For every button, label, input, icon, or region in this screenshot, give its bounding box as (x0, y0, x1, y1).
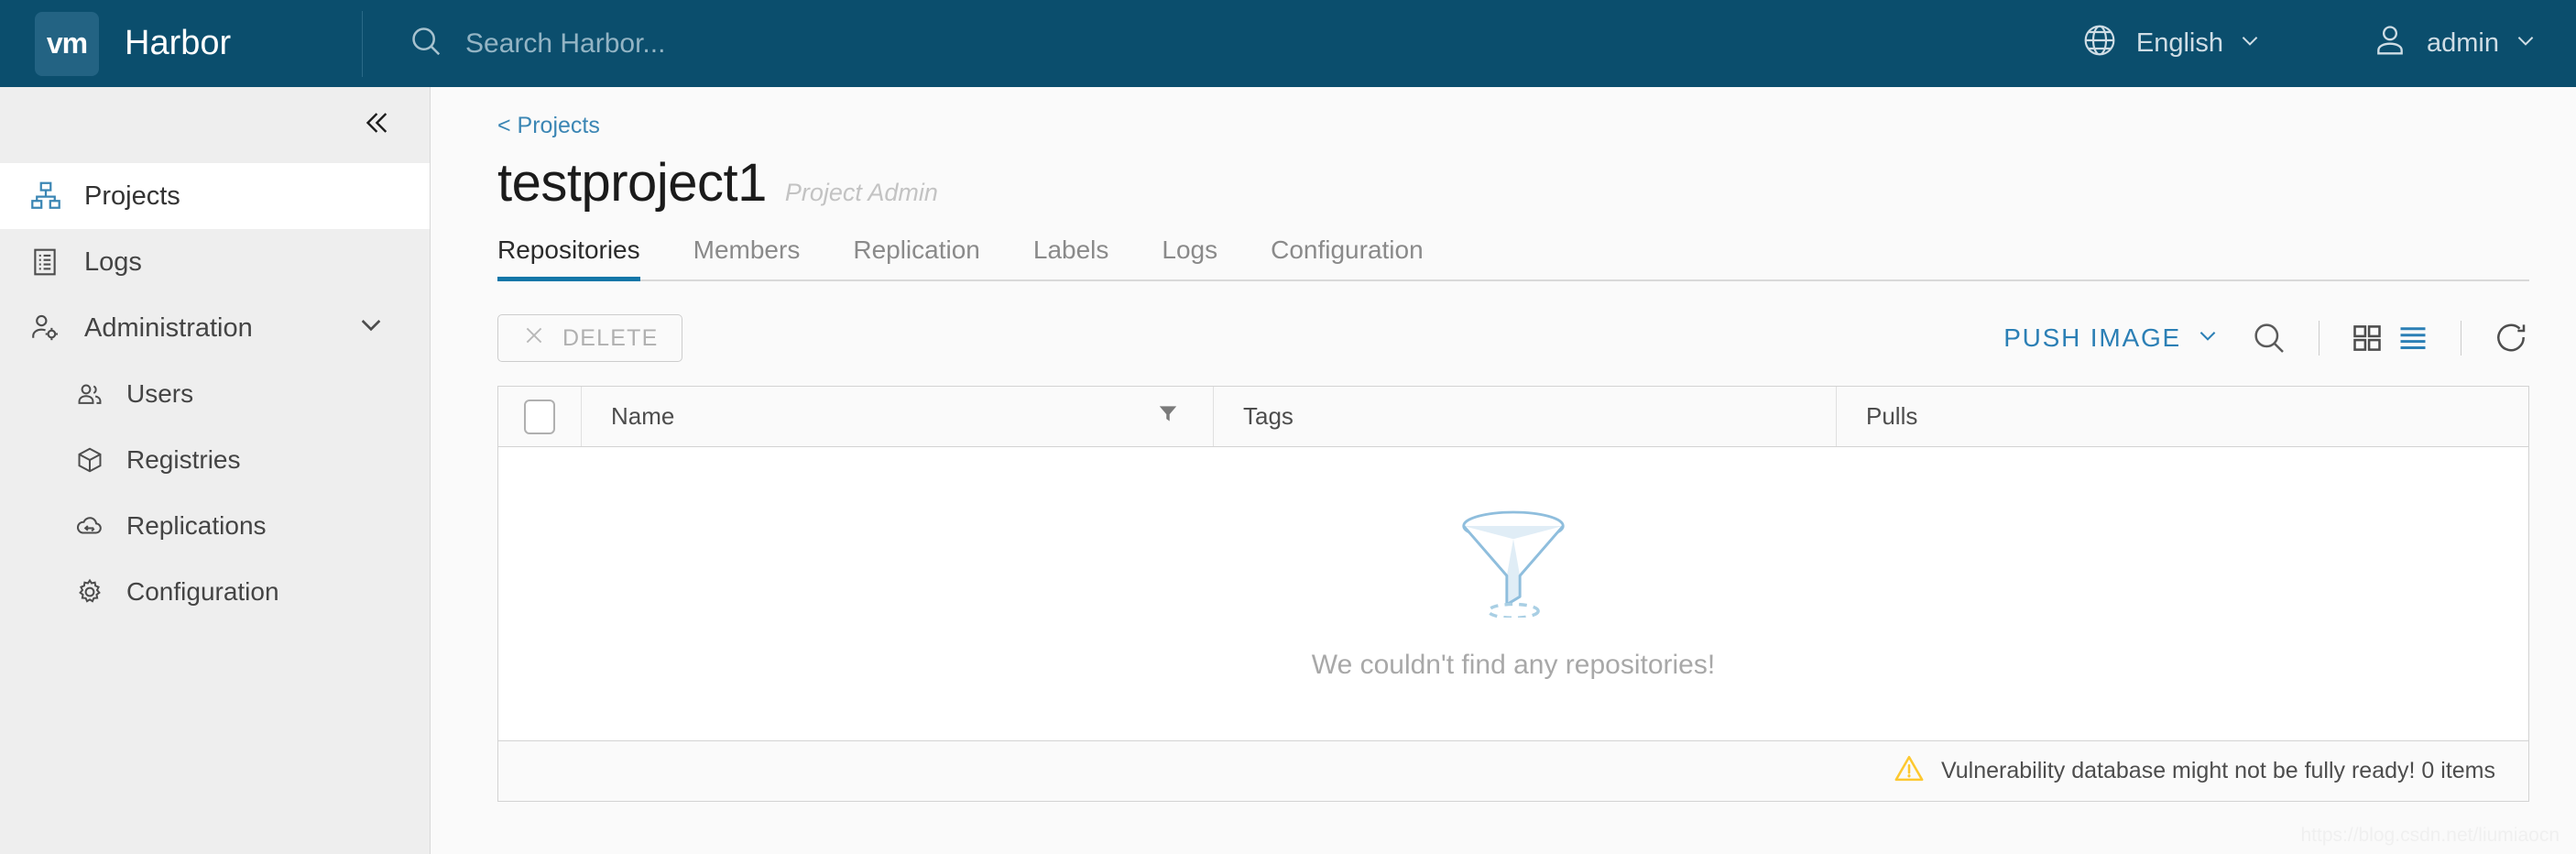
tab-labels[interactable]: Labels (1033, 235, 1109, 279)
project-role-label: Project Admin (784, 179, 938, 206)
filter-icon[interactable] (1156, 401, 1180, 432)
username-label: admin (2427, 28, 2499, 58)
tab-replication[interactable]: Replication (853, 235, 980, 279)
grid-view-button[interactable] (2351, 322, 2384, 355)
table-header-row: Name Tags Pulls (498, 387, 2528, 447)
sidebar-item-label: Replications (126, 511, 267, 540)
header-divider (362, 10, 363, 77)
funnel-icon (1445, 508, 1582, 622)
tab-configuration[interactable]: Configuration (1271, 235, 1424, 279)
column-label: Name (611, 402, 675, 430)
list-view-button[interactable] (2396, 322, 2429, 355)
tab-logs[interactable]: Logs (1162, 235, 1217, 279)
select-all-checkbox[interactable] (524, 399, 555, 434)
main-content: < Projects testproject1 Project Admin Re… (431, 87, 2576, 854)
sidebar-item-registries[interactable]: Registries (0, 427, 430, 493)
chevron-double-left-icon (360, 107, 391, 143)
top-header: vm Harbor English (0, 0, 2576, 87)
search-repositories-button[interactable] (2251, 320, 2287, 356)
sidebar-item-label: Administration (84, 312, 253, 343)
column-header-pulls[interactable]: Pulls (1836, 387, 2528, 446)
breadcrumb[interactable]: < Projects (497, 113, 2576, 139)
project-tabs: Repositories Members Replication Labels … (497, 235, 2529, 281)
sidebar-item-label: Users (126, 379, 194, 408)
sidebar-item-projects[interactable]: Projects (0, 163, 430, 229)
language-selector[interactable]: English (2081, 22, 2262, 66)
sidebar-item-administration[interactable]: Administration (0, 295, 430, 361)
user-icon (2372, 22, 2408, 66)
replications-icon (75, 511, 117, 541)
sidebar-item-configuration[interactable]: Configuration (0, 559, 430, 625)
logs-icon (29, 246, 73, 278)
sidebar-collapse-button[interactable] (0, 87, 430, 163)
delete-button-label: DELETE (562, 324, 659, 351)
sidebar-item-replications[interactable]: Replications (0, 493, 430, 559)
vulnerability-status-message: Vulnerability database might not be full… (1941, 758, 2495, 783)
repository-toolbar: DELETE PUSH IMAGE (497, 314, 2529, 362)
column-header-tags[interactable]: Tags (1213, 387, 1836, 446)
users-icon (75, 379, 117, 409)
sidebar-item-label: Logs (84, 246, 142, 277)
select-all-cell (498, 387, 581, 446)
table-empty-state: We couldn't find any repositories! (498, 447, 2528, 740)
registries-icon (75, 445, 117, 475)
column-header-name[interactable]: Name (581, 387, 1213, 446)
table-footer: Vulnerability database might not be full… (498, 740, 2528, 801)
language-label: English (2135, 28, 2223, 58)
chevron-down-icon (2196, 323, 2220, 354)
empty-state-message: We couldn't find any repositories! (1311, 649, 1716, 680)
sidebar: Projects Logs Administration Users Regis… (0, 87, 431, 854)
app-title: Harbor (125, 24, 232, 62)
user-menu[interactable]: admin (2372, 22, 2538, 66)
header-right-controls: English admin (2081, 22, 2538, 66)
push-image-label: PUSH IMAGE (2003, 323, 2181, 352)
sidebar-item-users[interactable]: Users (0, 361, 430, 427)
close-icon (522, 323, 546, 354)
push-image-button[interactable]: PUSH IMAGE (2003, 323, 2220, 354)
sidebar-item-logs[interactable]: Logs (0, 229, 430, 295)
chevron-down-icon (2514, 28, 2538, 60)
tab-members[interactable]: Members (693, 235, 801, 279)
page-title: testproject1 (497, 153, 767, 213)
search-input[interactable] (465, 27, 1107, 60)
delete-button[interactable]: DELETE (497, 314, 683, 362)
global-search[interactable] (409, 24, 2081, 63)
globe-icon (2081, 22, 2118, 66)
column-label: Tags (1243, 402, 1293, 430)
tab-repositories[interactable]: Repositories (497, 235, 640, 281)
brand-area[interactable]: vm Harbor (0, 0, 362, 87)
chevron-down-icon[interactable] (356, 310, 386, 346)
vmware-logo-icon: vm (35, 11, 99, 76)
sidebar-item-label: Registries (126, 445, 241, 474)
column-label: Pulls (1866, 402, 1918, 430)
sidebar-item-label: Configuration (126, 577, 279, 606)
search-icon (409, 24, 443, 63)
toolbar-right: PUSH IMAGE (2003, 320, 2529, 356)
administration-icon (29, 312, 73, 344)
sidebar-item-label: Projects (84, 181, 180, 211)
watermark: https://blog.csdn.net/liumiaocn (2300, 825, 2560, 846)
project-header: testproject1 Project Admin (497, 152, 2576, 214)
projects-icon (29, 180, 73, 213)
warning-triangle-icon (1894, 753, 1925, 789)
chevron-down-icon (2238, 28, 2262, 60)
repositories-table: Name Tags Pulls We couldn't find any rep… (497, 386, 2529, 802)
refresh-button[interactable] (2493, 320, 2529, 356)
configuration-icon (75, 577, 117, 607)
